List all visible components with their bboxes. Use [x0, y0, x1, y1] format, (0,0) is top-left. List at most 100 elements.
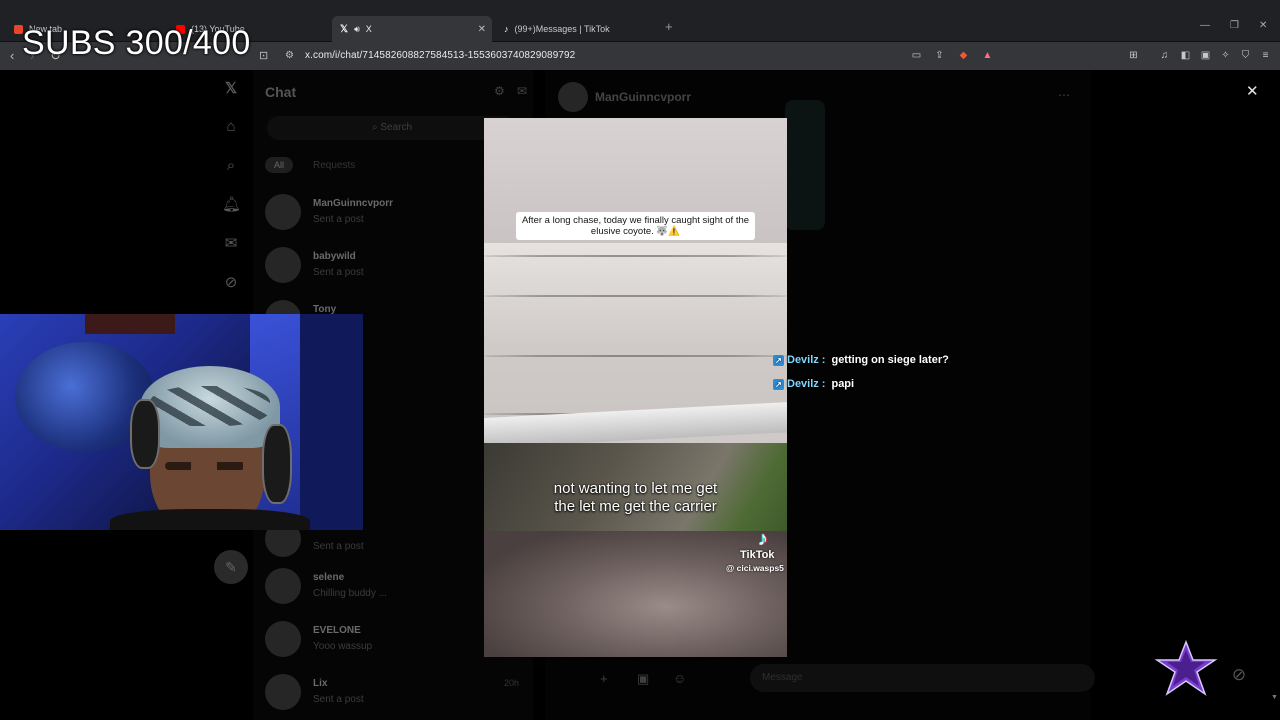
conversation-preview: Sent a post — [313, 214, 364, 225]
headset-earcup-right — [262, 424, 292, 504]
conversation-preview: Chilling buddy ... — [313, 588, 387, 599]
filter-requests-tab[interactable]: Requests — [313, 160, 355, 171]
conversation-preview: Sent a post — [313, 694, 364, 705]
siding-line — [484, 355, 787, 357]
tab-tiktok[interactable]: ♪ (99+)Messages | TikTok — [496, 16, 661, 42]
avatar — [265, 247, 301, 283]
grok-icon[interactable]: ⊘ — [222, 274, 240, 292]
site-info-icon[interactable]: ⚙︎ — [285, 50, 294, 61]
media-icon[interactable]: ▣ — [637, 671, 649, 687]
conversation-header-name: ManGuinncvporr — [595, 90, 692, 104]
settings-icon[interactable]: ⚙︎ — [494, 84, 505, 98]
bookmark-icon[interactable]: ⊡ — [259, 49, 268, 62]
message-input[interactable]: Message — [750, 664, 1095, 692]
conversation-name: selene — [313, 572, 345, 583]
chat-text: papi — [831, 378, 855, 390]
avatar — [265, 568, 301, 604]
sub-badge-icon: ↗ — [773, 354, 784, 366]
siding-line — [484, 255, 787, 257]
sub-badge-icon: ↗ — [773, 378, 784, 390]
add-icon[interactable]: + — [600, 671, 608, 686]
conversation-preview: Sent a post — [313, 541, 364, 552]
subtitle-line: not wanting to let me get — [553, 480, 718, 497]
compose-post-button[interactable]: ✎ — [214, 550, 248, 584]
vpn-icon[interactable]: ⛉ — [1239, 49, 1252, 62]
conversation-time: 20h — [503, 678, 519, 688]
chat-title: Chat — [265, 84, 297, 100]
webcam-feed — [0, 314, 363, 530]
search-icon[interactable]: ⌕ — [222, 157, 240, 175]
wallet-icon[interactable]: ▣ — [1199, 49, 1212, 62]
menu-icon[interactable]: ≡ — [1259, 49, 1272, 62]
webcam-shelf — [300, 314, 363, 530]
siding-line — [484, 295, 787, 297]
tiktok-watermark: TikTok — [740, 549, 775, 561]
subtitle-line: the let me get the carrier — [554, 498, 717, 515]
tab-label: (99+)Messages | TikTok — [514, 24, 610, 34]
emoji-icon[interactable]: ☺ — [673, 671, 686, 686]
grok-corner-icon[interactable]: ⊘ — [1228, 664, 1250, 686]
share-icon[interactable]: ⇪ — [933, 49, 946, 62]
brave-shields-icon[interactable]: ◆ — [957, 49, 970, 62]
chat-search-input[interactable]: ⌕ Search — [267, 116, 517, 140]
scroll-down-arrow[interactable]: ▼ — [1271, 694, 1278, 701]
chat-username: Devilz — [787, 354, 819, 366]
streamer-shirt — [110, 509, 310, 530]
shared-post-thumbnail[interactable] — [785, 100, 825, 230]
avatar — [265, 194, 301, 230]
conversation-name: EVELONE — [313, 625, 361, 636]
notifications-icon[interactable]: 🔔︎ — [222, 196, 241, 214]
home-icon[interactable]: ⌂ — [222, 118, 240, 136]
messages-icon[interactable]: ✉ — [222, 235, 240, 253]
ai-icon[interactable]: ✧ — [1219, 49, 1232, 62]
stream-chat-message: ↗ Devilz: papi — [773, 376, 854, 392]
conversation-name: ManGuinncvporr — [313, 198, 394, 209]
tiktok-icon: ♪ — [504, 24, 509, 34]
conversation-name: babywild — [313, 251, 356, 262]
tiktok-handle: @ cici.wasps5 — [726, 563, 784, 573]
tab-label: X — [365, 24, 372, 34]
back-icon[interactable]: ‹ — [10, 48, 14, 63]
video-subtitle: not wanting to let me get the let me get… — [484, 480, 787, 516]
conversation-name: Lix — [313, 678, 328, 689]
conversation-preview: Sent a post — [313, 267, 364, 278]
maximize-icon[interactable]: ❐ — [1230, 20, 1239, 31]
stream-chat-message: ↗ Devilz: getting on siege later? — [773, 352, 949, 368]
leo-icon[interactable]: ⊞ — [1127, 49, 1140, 62]
beanie-pattern — [150, 386, 270, 426]
tiktok-icon: ♪ — [758, 528, 768, 550]
minimize-icon[interactable]: — — [1200, 20, 1210, 31]
star-logo-icon — [1154, 639, 1218, 696]
avatar — [265, 674, 301, 710]
speaker-icon[interactable]: 🔊︎ — [354, 24, 360, 35]
avatar — [558, 82, 588, 112]
more-options-icon[interactable]: ⋯ — [1058, 88, 1070, 102]
webcam-poster — [85, 314, 175, 334]
filter-all-tab[interactable]: All — [265, 157, 294, 173]
subs-counter: SUBS 300/400 — [22, 24, 251, 62]
x-logo-icon: 𝕏 — [340, 23, 349, 35]
conversation-preview: Yooo wassup — [313, 641, 373, 652]
streamer-eyes — [165, 462, 245, 470]
conversation-item[interactable]: Lix Sent a post 20h — [263, 670, 523, 718]
brave-rewards-icon[interactable]: ▲ — [981, 49, 994, 62]
close-tab-icon[interactable]: ✕ — [478, 24, 486, 35]
new-tab-button[interactable]: + — [665, 19, 673, 34]
chat-colon: : — [821, 378, 826, 390]
avatar — [265, 621, 301, 657]
video-player[interactable]: After a long chase, today we finally cau… — [484, 118, 787, 657]
media-icon[interactable]: ♫ — [1158, 49, 1171, 62]
cast-icon[interactable]: ▭ — [910, 49, 923, 62]
x-logo-icon[interactable]: 𝕏 — [222, 80, 240, 98]
window-close-icon[interactable]: ✕ — [1259, 20, 1267, 31]
headset-earcup-left — [130, 399, 160, 469]
message-composer: + ▣ ☺ Message — [595, 664, 1095, 694]
tab-x[interactable]: 𝕏 🔊︎ X ✕ — [332, 16, 492, 42]
sidebar-icon[interactable]: ◧ — [1179, 49, 1192, 62]
screen: New tab (13) YouTube 𝕏 🔊︎ X ✕ ♪ (99+)Mes… — [0, 0, 1280, 720]
streamer-star-logo — [1153, 639, 1219, 696]
new-message-icon[interactable]: ✉ — [517, 84, 527, 98]
search-placeholder: Search — [380, 122, 413, 133]
close-media-viewer-icon[interactable]: ✕ — [1246, 82, 1259, 100]
url-field[interactable]: x.com/i/chat/714582608827584513-15536037… — [305, 50, 575, 61]
